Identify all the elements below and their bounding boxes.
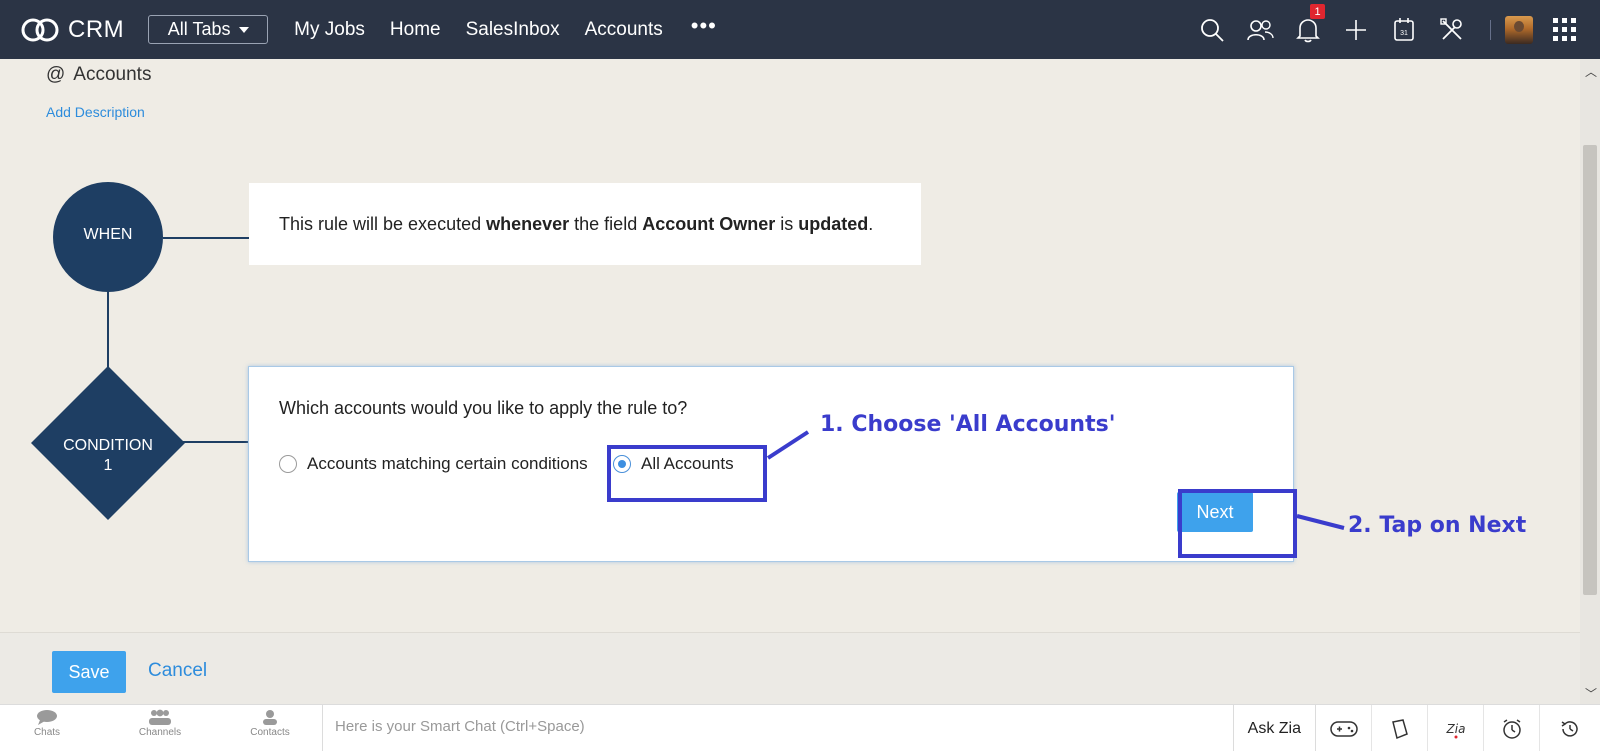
svg-text:31: 31 xyxy=(1400,30,1408,37)
bell-icon xyxy=(1296,18,1320,42)
history-button[interactable] xyxy=(1540,705,1600,751)
when-node-label: WHEN xyxy=(83,226,133,243)
search-button[interactable] xyxy=(1188,0,1236,59)
contacts-tab[interactable]: Contacts xyxy=(240,709,300,738)
smart-chat-input[interactable]: Here is your Smart Chat (Ctrl+Space) xyxy=(335,718,585,735)
nav-link-salesinbox[interactable]: SalesInbox xyxy=(466,19,560,41)
chat-divider xyxy=(322,705,323,751)
chevron-up-icon[interactable]: ︿ xyxy=(1585,63,1597,80)
all-tabs-label: All Tabs xyxy=(167,19,231,39)
calendar-icon: 31 xyxy=(1394,17,1414,41)
alarm-clock-icon xyxy=(1502,718,1521,739)
nav-link-accounts[interactable]: Accounts xyxy=(585,19,663,41)
contacts-button[interactable] xyxy=(1236,0,1284,59)
gamepad-icon xyxy=(1329,720,1358,737)
nav-link-my-jobs[interactable]: My Jobs xyxy=(294,19,365,41)
when-rule-card: This rule will be executed whenever the … xyxy=(249,183,921,265)
cancel-button[interactable]: Cancel xyxy=(148,660,207,682)
chevron-down-icon[interactable]: ﹀ xyxy=(1585,685,1597,702)
annotation-highlight-next xyxy=(1178,489,1297,558)
group-icon xyxy=(149,709,171,725)
crm-logo-icon xyxy=(21,18,59,41)
calendar-button[interactable]: 31 xyxy=(1380,0,1428,59)
zia-button[interactable]: Zia xyxy=(1428,705,1484,751)
ask-zia-button[interactable]: Ask Zia xyxy=(1232,705,1316,751)
condition-question: Which accounts would you like to apply t… xyxy=(279,398,688,418)
condition-card: Which accounts would you like to apply t… xyxy=(248,366,1294,562)
channels-label: Channels xyxy=(138,727,182,738)
games-button[interactable] xyxy=(1316,705,1372,751)
more-tabs-button[interactable]: ••• xyxy=(691,13,717,39)
contacts-label: Contacts xyxy=(250,727,290,738)
channels-tab[interactable]: Channels xyxy=(130,709,190,738)
svg-text:Zia: Zia xyxy=(1445,722,1465,736)
chevron-down-icon xyxy=(238,26,249,33)
plus-icon xyxy=(1346,19,1366,40)
vertical-scrollbar[interactable]: ︿ ﹀ xyxy=(1580,59,1600,704)
person-icon xyxy=(263,710,277,725)
all-tabs-dropdown[interactable]: All Tabs xyxy=(148,15,269,44)
radio-matching-conditions[interactable] xyxy=(279,455,297,473)
setup-button[interactable] xyxy=(1428,0,1476,59)
user-avatar[interactable] xyxy=(1505,15,1533,44)
chats-label: Chats xyxy=(33,727,61,738)
chat-right-tools: Ask Zia Zia xyxy=(1232,705,1600,751)
notifications-button[interactable]: 1 xyxy=(1284,0,1332,59)
condition-label-line2: 1 xyxy=(103,457,113,474)
annotation-step-1: 1. Choose 'All Accounts' xyxy=(820,412,1116,437)
zia-icon: Zia xyxy=(1445,722,1465,738)
scrollbar-thumb[interactable] xyxy=(1583,145,1597,595)
save-button[interactable]: Save xyxy=(52,651,126,693)
option-matching-conditions[interactable]: Accounts matching certain conditions xyxy=(279,454,588,474)
form-footer: Save Cancel xyxy=(0,632,1580,704)
option-label: Accounts matching certain conditions xyxy=(307,454,588,473)
nav-link-home[interactable]: Home xyxy=(390,19,441,41)
when-rule-text: This rule will be executed whenever the … xyxy=(279,213,874,234)
users-icon xyxy=(1247,19,1274,40)
chat-bubble-icon xyxy=(37,710,57,725)
notes-button[interactable] xyxy=(1372,705,1428,751)
notification-badge: 1 xyxy=(1310,4,1325,19)
search-icon xyxy=(1201,18,1224,42)
top-navigation-bar: CRM All Tabs My Jobs Home SalesInbox Acc… xyxy=(0,0,1600,59)
annotation-step-2: 2. Tap on Next xyxy=(1348,513,1527,538)
nav-right-tools: 1 31 xyxy=(1188,0,1600,59)
smart-chat-bar: Chats Channels Contacts Here is your Sma… xyxy=(0,704,1600,751)
reminders-button[interactable] xyxy=(1484,705,1540,751)
history-icon xyxy=(1561,720,1578,737)
create-button[interactable] xyxy=(1332,0,1380,59)
condition-label-line1: CONDITION xyxy=(63,437,153,454)
annotation-highlight-all-accounts xyxy=(607,445,767,502)
app-name: CRM xyxy=(68,15,125,43)
app-grid-icon[interactable] xyxy=(1553,18,1576,41)
chats-tab[interactable]: Chats xyxy=(17,709,77,738)
note-icon xyxy=(1391,718,1408,739)
crm-logo[interactable]: CRM xyxy=(20,16,124,44)
tools-icon xyxy=(1440,17,1462,40)
nav-divider xyxy=(1490,19,1491,40)
condition-node-label: CONDITION 1 xyxy=(40,436,176,476)
